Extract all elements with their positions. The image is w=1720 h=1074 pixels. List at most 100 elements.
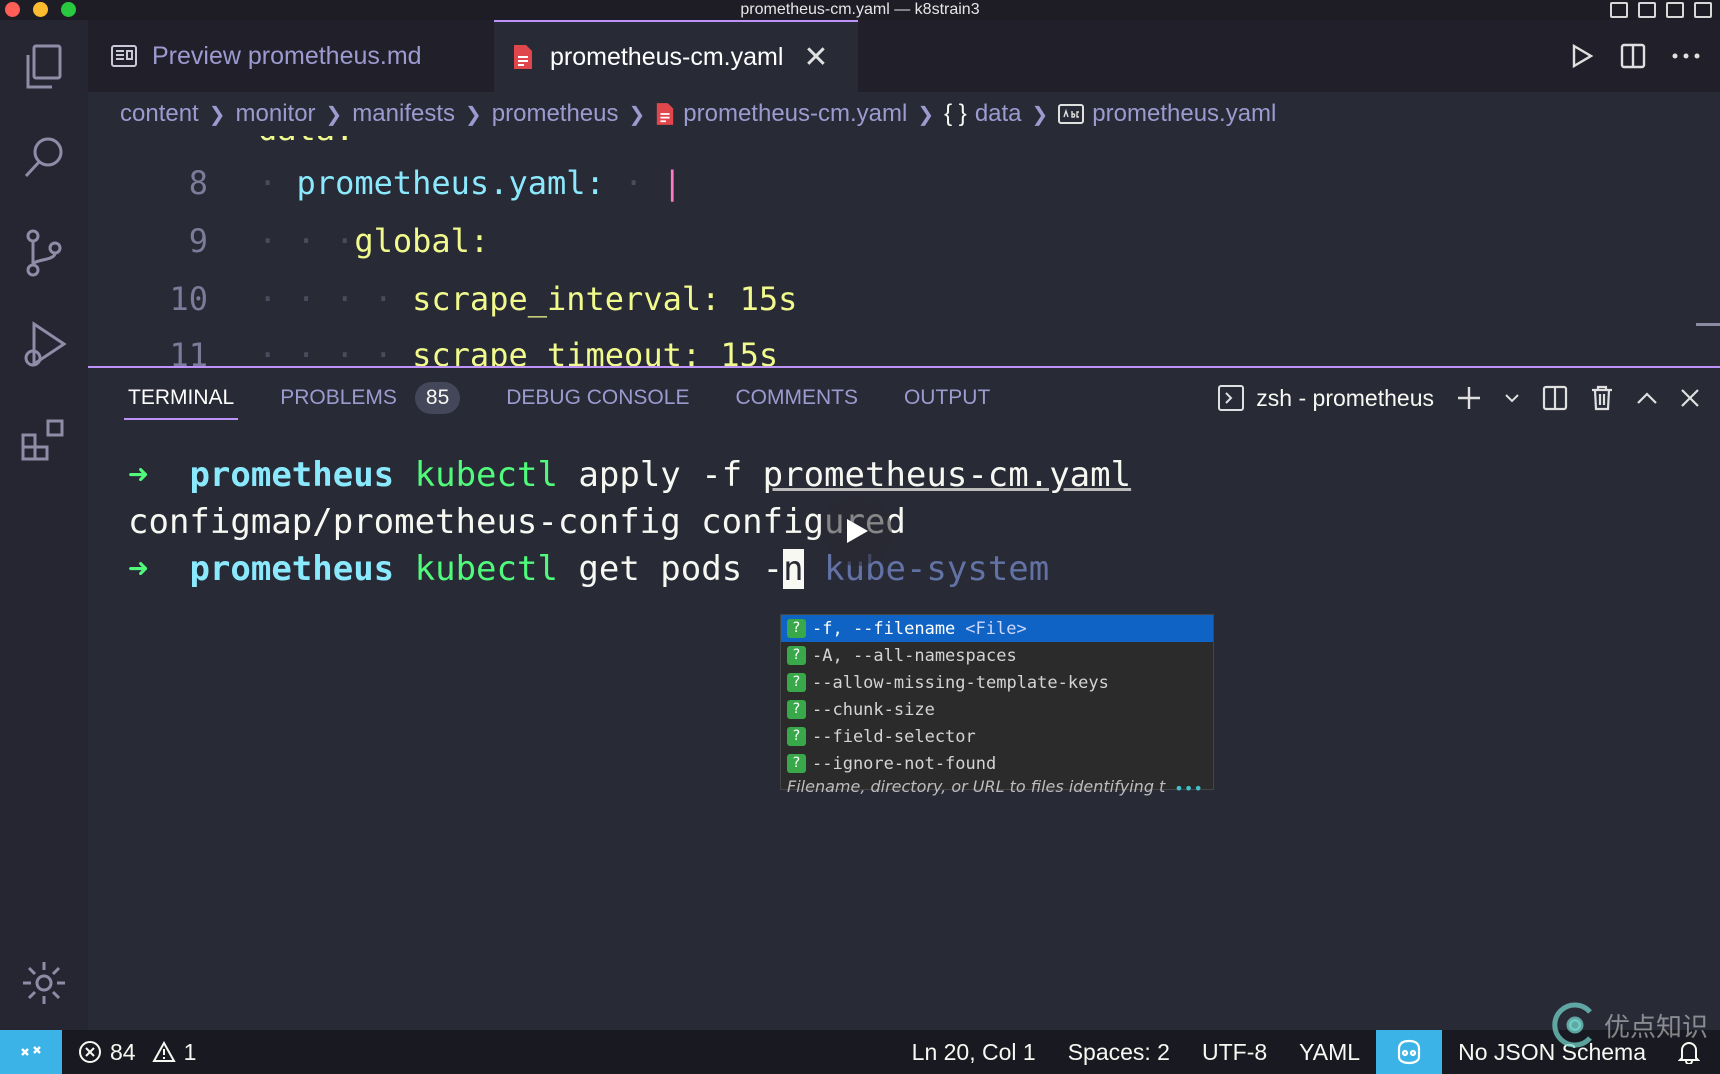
language-mode[interactable]: YAML bbox=[1283, 1030, 1376, 1074]
breadcrumb-item: data bbox=[974, 100, 1022, 127]
more-actions-icon[interactable] bbox=[1672, 52, 1700, 60]
error-count: 84 bbox=[110, 1038, 136, 1065]
scrollbar-marker[interactable] bbox=[1696, 323, 1720, 326]
breadcrumb-file[interactable]: prometheus-cm.yaml bbox=[655, 100, 907, 128]
remote-icon bbox=[21, 1046, 41, 1056]
run-debug-icon[interactable] bbox=[0, 300, 88, 390]
option-icon: ? bbox=[787, 727, 806, 746]
command: kubectl bbox=[414, 549, 558, 589]
suggest-item[interactable]: ? -A, --all-namespaces bbox=[781, 642, 1213, 669]
close-tab-icon[interactable]: ✕ bbox=[803, 40, 828, 75]
editor-actions bbox=[1570, 20, 1700, 92]
option-icon: ? bbox=[787, 673, 806, 692]
line-number: 9 bbox=[188, 222, 208, 260]
run-icon[interactable] bbox=[1570, 43, 1594, 69]
toggle-panel-icon[interactable] bbox=[1638, 2, 1656, 18]
yaml-file-icon bbox=[657, 103, 674, 125]
code-editor[interactable]: data: 8 · prometheus.yaml: · | 9 · · ·gl… bbox=[88, 136, 1720, 366]
terminal-icon bbox=[1218, 385, 1245, 411]
breadcrumb-symbol[interactable]: prometheus.yaml bbox=[1058, 100, 1276, 128]
suggest-item[interactable]: ? --field-selector bbox=[781, 723, 1213, 750]
terminal-selector[interactable]: zsh - prometheus bbox=[1218, 385, 1434, 412]
copilot-status[interactable] bbox=[1376, 1030, 1443, 1074]
yaml-key: prometheus.yaml: bbox=[296, 164, 605, 202]
breadcrumb-item[interactable]: prometheus bbox=[492, 100, 619, 128]
prompt-arrow: ➜ bbox=[128, 549, 149, 589]
editor-tabs: Preview prometheus.md prometheus-cm.yaml… bbox=[88, 20, 1720, 92]
tab-label: prometheus-cm.yaml bbox=[550, 42, 784, 71]
suggest-item[interactable]: ? --ignore-not-found bbox=[781, 750, 1213, 777]
suggest-item[interactable]: ? --allow-missing-template-keys bbox=[781, 669, 1213, 696]
customize-layout-icon[interactable] bbox=[1694, 2, 1712, 18]
panel-actions: zsh - prometheus bbox=[1218, 368, 1700, 428]
tab-problems[interactable]: PROBLEMS 85 bbox=[280, 368, 461, 428]
search-icon[interactable] bbox=[0, 112, 88, 202]
settings-gear-icon[interactable] bbox=[0, 938, 88, 1028]
split-editor-icon[interactable] bbox=[1620, 43, 1646, 69]
option-icon: ? bbox=[787, 646, 806, 665]
extensions-icon[interactable] bbox=[0, 394, 88, 484]
object-braces-icon: { } bbox=[944, 100, 967, 127]
tab-output[interactable]: OUTPUT bbox=[904, 368, 990, 428]
window-title: prometheus-cm.yaml — k8strain3 bbox=[740, 1, 980, 18]
yaml-value: | bbox=[662, 164, 682, 202]
new-terminal-icon[interactable] bbox=[1456, 385, 1482, 411]
preview-icon bbox=[111, 45, 137, 67]
problems-status[interactable]: 84 1 bbox=[78, 1030, 196, 1074]
chevron-right-icon: ❯ bbox=[628, 103, 646, 126]
trash-icon[interactable] bbox=[1590, 385, 1614, 411]
suggest-item[interactable]: ? --chunk-size bbox=[781, 696, 1213, 723]
prompt-dir: prometheus bbox=[189, 455, 395, 495]
video-play-button[interactable] bbox=[822, 496, 892, 566]
play-icon bbox=[847, 519, 868, 543]
breadcrumb-item[interactable]: monitor bbox=[236, 100, 316, 128]
option-icon: ? bbox=[787, 619, 806, 638]
tab-prometheus-cm-yaml[interactable]: prometheus-cm.yaml ✕ bbox=[494, 20, 858, 92]
breadcrumb-item: prometheus-cm.yaml bbox=[683, 100, 908, 127]
remote-indicator[interactable] bbox=[0, 1030, 62, 1074]
breadcrumb-item[interactable]: manifests bbox=[352, 100, 455, 128]
suggest-widget: ? -f, --filename <File> ? -A, --all-namespa… bbox=[780, 614, 1214, 798]
string-symbol-icon bbox=[1058, 104, 1085, 124]
breadcrumb-item[interactable]: content bbox=[120, 100, 199, 128]
close-panel-icon[interactable] bbox=[1680, 388, 1700, 408]
chevron-right-icon: ❯ bbox=[325, 103, 343, 126]
yaml-value: 15s bbox=[739, 280, 798, 318]
toggle-secondary-sidebar-icon[interactable] bbox=[1666, 2, 1684, 18]
watermark: 优点知识 bbox=[1550, 1000, 1708, 1050]
activity-bar bbox=[0, 20, 88, 1030]
encoding[interactable]: UTF-8 bbox=[1186, 1030, 1283, 1074]
error-icon bbox=[79, 1041, 101, 1063]
watermark-logo-icon bbox=[1552, 1002, 1592, 1048]
chevron-up-icon[interactable] bbox=[1636, 391, 1658, 405]
more-details-icon[interactable]: ••• bbox=[1174, 779, 1203, 798]
tab-terminal[interactable]: TERMINAL bbox=[123, 368, 239, 428]
file-argument[interactable]: prometheus-cm.yaml bbox=[763, 455, 1131, 495]
toggle-sidebar-icon[interactable] bbox=[1610, 2, 1628, 18]
terminal-output[interactable]: ➜ prometheus kubectl apply -f prometheus… bbox=[128, 452, 1131, 593]
warning-count: 1 bbox=[183, 1038, 197, 1065]
explorer-icon[interactable] bbox=[0, 22, 88, 112]
line-number: 10 bbox=[169, 280, 208, 318]
indentation[interactable]: Spaces: 2 bbox=[1052, 1030, 1186, 1074]
suggest-item[interactable]: ? -f, --filename <File> bbox=[781, 615, 1213, 642]
chevron-down-icon[interactable] bbox=[1504, 393, 1520, 403]
breadcrumb: content ❯ monitor ❯ manifests ❯ promethe… bbox=[88, 92, 1720, 136]
copilot-icon bbox=[1397, 1039, 1421, 1065]
breadcrumb-item: prometheus.yaml bbox=[1092, 100, 1277, 127]
layout-controls bbox=[1610, 0, 1712, 20]
tab-comments[interactable]: COMMENTS bbox=[735, 368, 858, 428]
tab-label: Preview prometheus.md bbox=[152, 41, 422, 70]
tab-preview-prometheus-md[interactable]: Preview prometheus.md bbox=[110, 20, 422, 92]
breadcrumb-symbol[interactable]: { } data bbox=[944, 100, 1021, 128]
tab-debug-console[interactable]: DEBUG CONSOLE bbox=[506, 368, 689, 428]
source-control-icon[interactable] bbox=[0, 208, 88, 298]
prompt-dir: prometheus bbox=[189, 549, 395, 589]
status-bar: 84 1 Ln 20, Col 1 Spaces: 2 UTF-8 YAML N… bbox=[0, 1030, 1720, 1074]
line-number: 11 bbox=[169, 336, 208, 366]
cursor-position[interactable]: Ln 20, Col 1 bbox=[896, 1030, 1052, 1074]
chevron-right-icon: ❯ bbox=[208, 103, 226, 126]
split-terminal-icon[interactable] bbox=[1542, 385, 1568, 411]
option-icon: ? bbox=[787, 700, 806, 719]
title-bar: prometheus-cm.yaml — k8strain3 bbox=[0, 0, 1720, 20]
